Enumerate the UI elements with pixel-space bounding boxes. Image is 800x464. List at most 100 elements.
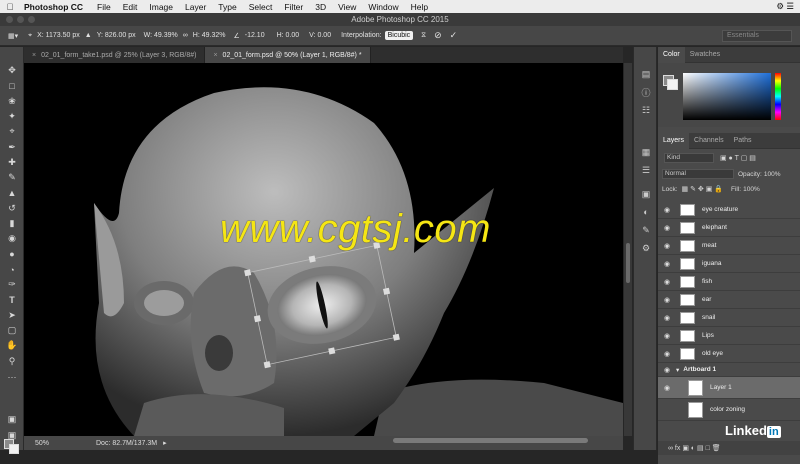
layer-row[interactable]: ◉ snail [658,309,800,327]
x-field[interactable]: X: 1173.50 px [37,32,80,39]
layer-row[interactable]: ◉ eye creature [658,201,800,219]
menu-image[interactable]: Image [143,2,179,12]
tab-layers[interactable]: Layers [658,132,690,149]
brush-tool-icon[interactable]: ✎ [0,170,24,185]
workspace-select[interactable]: Essentials [722,30,792,42]
crop-tool-icon[interactable]: ⌖ [0,124,24,139]
blur-tool-icon[interactable]: ● [0,247,24,262]
tool-preset-icon[interactable]: ▦▾ [8,32,18,40]
y-field[interactable]: Y: 826.00 px [97,32,136,39]
color-picker[interactable] [658,63,800,127]
menu-edit[interactable]: Edit [117,2,144,12]
type-tool-icon[interactable]: T [0,292,24,307]
apple-icon[interactable]:  [0,2,20,12]
layer-row[interactable]: color zoning [658,399,800,421]
quick-mask-icon[interactable]: ▣ [0,412,24,427]
visibility-icon[interactable]: ◉ [658,242,676,250]
menu-3d[interactable]: 3D [309,2,332,12]
visibility-icon[interactable]: ◉ [658,224,676,232]
filter-icons[interactable]: ▣ ● T ▢ ▤ [720,154,756,162]
menu-layer[interactable]: Layer [179,2,212,12]
fill-value[interactable]: 100% [743,186,760,193]
info-panel-icon[interactable]: ⓘ [634,83,658,101]
opacity-value[interactable]: 100% [764,171,781,178]
tab-channels[interactable]: Channels [689,133,729,149]
layer-row[interactable]: ◉ Lips [658,327,800,345]
more-tools-icon[interactable]: ··· [0,369,24,384]
scroll-thumb[interactable] [626,243,630,283]
history-panel-icon[interactable]: ▤ [634,65,658,83]
tab-color[interactable]: Color [658,46,685,63]
warp-icon[interactable]: ⧖ [421,32,426,40]
menu-filter[interactable]: Filter [278,2,309,12]
bg-color-chip[interactable] [667,79,678,90]
visibility-icon[interactable]: ◉ [658,314,676,322]
menu-file[interactable]: File [91,2,117,12]
path-select-tool-icon[interactable]: ➤ [0,308,24,323]
properties-panel-icon[interactable]: ☷ [634,101,658,119]
dodge-tool-icon[interactable]: ◔ [0,262,24,277]
cancel-icon[interactable]: ⊘ [434,30,442,41]
screen-mode-icon[interactable]: ▣ [0,428,24,443]
vskew-field[interactable]: V: 0.00 [309,32,331,39]
kind-filter[interactable]: Kind [664,153,714,163]
window-controls[interactable] [6,16,35,23]
visibility-icon[interactable]: ◉ [658,278,676,286]
h-field[interactable]: H: 49.32% [193,32,226,39]
menu-type[interactable]: Type [212,2,242,12]
visibility-icon[interactable]: ◉ [658,260,676,268]
layer-row[interactable]: ◉ old eye [658,345,800,363]
hskew-field[interactable]: H: 0.00 [277,32,300,39]
stamp-tool-icon[interactable]: ▲ [0,185,24,200]
interpolation-select[interactable]: Bicubic [384,31,414,40]
history-brush-tool-icon[interactable]: ↺ [0,201,24,216]
lock-icons[interactable]: ▦ ✎ ✥ ▣ 🔒 [682,185,723,193]
visibility-icon[interactable]: ◉ [658,296,676,304]
hue-slider[interactable] [775,73,781,120]
visibility-icon[interactable]: ◉ [658,384,676,392]
zoom-level[interactable]: 50% [24,440,68,447]
menu-select[interactable]: Select [243,2,279,12]
quick-select-tool-icon[interactable]: ✦ [0,109,24,124]
app-menu[interactable]: Photoshop CC [20,2,91,12]
w-field[interactable]: W: 49.39% [144,32,178,39]
libraries-panel-icon[interactable]: ▣ [634,185,658,203]
zoom-tool-icon[interactable]: ⚲ [0,354,24,369]
character-panel-icon[interactable]: ▦ [634,143,658,161]
disclosure-icon[interactable]: ▾ [676,366,679,374]
horizontal-scrollbar[interactable] [393,438,588,443]
menubar-right-icons[interactable]: ⚙ ☰ [776,1,800,12]
tab-document-1[interactable]: × 02_01_form_take1.psd @ 25% (Layer 3, RG… [24,47,206,63]
status-arrow-icon[interactable]: ▸ [163,439,167,447]
move-tool-icon[interactable]: ✥ [0,63,24,78]
link-icon[interactable]: ∞ [183,32,188,39]
reference-point-icon[interactable]: ⌖ [28,32,32,40]
marquee-tool-icon[interactable]: □ [0,78,24,93]
tab-paths[interactable]: Paths [729,133,757,149]
paint-bucket-tool-icon[interactable]: ◉ [0,231,24,246]
lasso-tool-icon[interactable]: ❀ [0,94,24,109]
adjustments-panel-icon[interactable]: ◐ [634,203,658,221]
angle-field[interactable]: -12.10 [245,32,265,39]
paragraph-panel-icon[interactable]: ☰ [634,161,658,179]
layer-row[interactable]: ◉ iguana [658,255,800,273]
background-color-swatch[interactable] [9,444,19,454]
healing-tool-icon[interactable]: ✚ [0,155,24,170]
layer-footer-icons[interactable]: ∞ fx ▣ ◐ ▤ □ 🗑 [668,444,721,452]
layer-row[interactable]: ◉ meat [658,237,800,255]
artboard-row[interactable]: ◉ ▾ Artboard 1 [658,363,800,377]
eraser-tool-icon[interactable]: ▮ [0,216,24,231]
close-tab-icon[interactable]: × [213,52,217,59]
visibility-icon[interactable]: ◉ [658,332,676,340]
layer-row[interactable]: ◉ elephant [658,219,800,237]
layer-row[interactable]: ◉ fish [658,273,800,291]
tab-swatches[interactable]: Swatches [685,47,725,63]
commit-icon[interactable]: ✓ [450,30,458,41]
tab-document-2[interactable]: × 02_01_form.psd @ 50% (Layer 1, RGB/8#) … [205,47,371,63]
menu-help[interactable]: Help [405,2,434,12]
shape-tool-icon[interactable]: ▢ [0,323,24,338]
visibility-icon[interactable]: ◉ [658,366,676,374]
vertical-scrollbar[interactable] [624,63,632,436]
menu-window[interactable]: Window [362,2,404,12]
menu-view[interactable]: View [332,2,362,12]
